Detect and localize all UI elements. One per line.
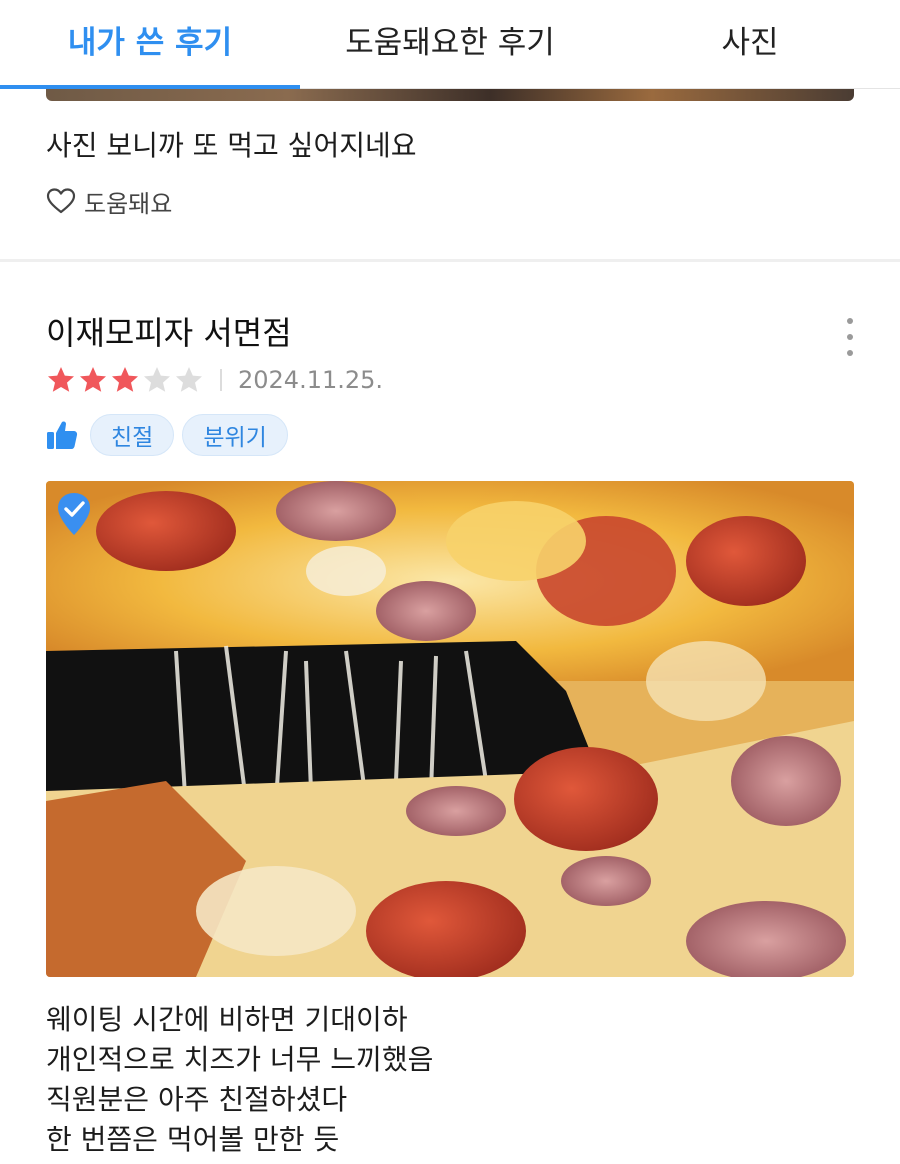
star-filled-icon <box>112 367 138 392</box>
star-empty-icon <box>144 367 170 392</box>
review-photo[interactable] <box>46 481 854 977</box>
review-body-line: 웨이팅 시간에 비하면 기대이하 <box>46 1003 408 1036</box>
tags-row: 친절 분위기 <box>46 413 288 457</box>
tab-helpful-reviews[interactable]: 도움돼요한 후기 <box>300 0 600 88</box>
helpful-label: 도움돼요 <box>84 189 173 218</box>
store-name[interactable]: 이재모피자 서면점 <box>46 308 292 354</box>
tab-my-reviews[interactable]: 내가 쓴 후기 <box>0 0 300 89</box>
star-rating <box>46 365 204 395</box>
tag-chip-kind: 친절 <box>90 414 175 456</box>
review-body-line: 한 번쯤은 먹어볼 만한 듯 <box>46 1123 340 1156</box>
star-filled-icon <box>80 367 106 392</box>
thumbs-up-icon <box>47 421 78 449</box>
helpful-button[interactable]: 도움돼요 <box>46 184 172 218</box>
pizza-photo-illustration <box>46 481 854 977</box>
heart-outline-icon <box>46 188 76 214</box>
star-empty-icon <box>176 367 202 392</box>
divider <box>220 369 222 391</box>
review-body: 웨이팅 시간에 비하면 기대이하 개인적으로 치즈가 너무 느끼했음 직원분은 … <box>46 1000 433 1160</box>
review-body-line: 직원분은 아주 친절하셨다 <box>46 1083 348 1116</box>
previous-review-text: 사진 보니까 또 먹고 싶어지네요 <box>46 129 417 162</box>
review-body-line: 개인적으로 치즈가 너무 느끼했음 <box>46 1043 434 1076</box>
review-tabs: 내가 쓴 후기 도움돼요한 후기 사진 <box>0 0 900 89</box>
more-options-icon[interactable] <box>838 318 862 356</box>
rating-row: 2024.11.25. <box>46 362 383 398</box>
star-filled-icon <box>48 367 74 392</box>
tag-chip-mood: 분위기 <box>182 414 288 456</box>
tab-photos[interactable]: 사진 <box>600 0 900 88</box>
previous-review-photo[interactable] <box>46 88 854 101</box>
section-divider <box>0 259 900 262</box>
review-date: 2024.11.25. <box>238 366 384 394</box>
verified-check-icon <box>58 493 90 535</box>
